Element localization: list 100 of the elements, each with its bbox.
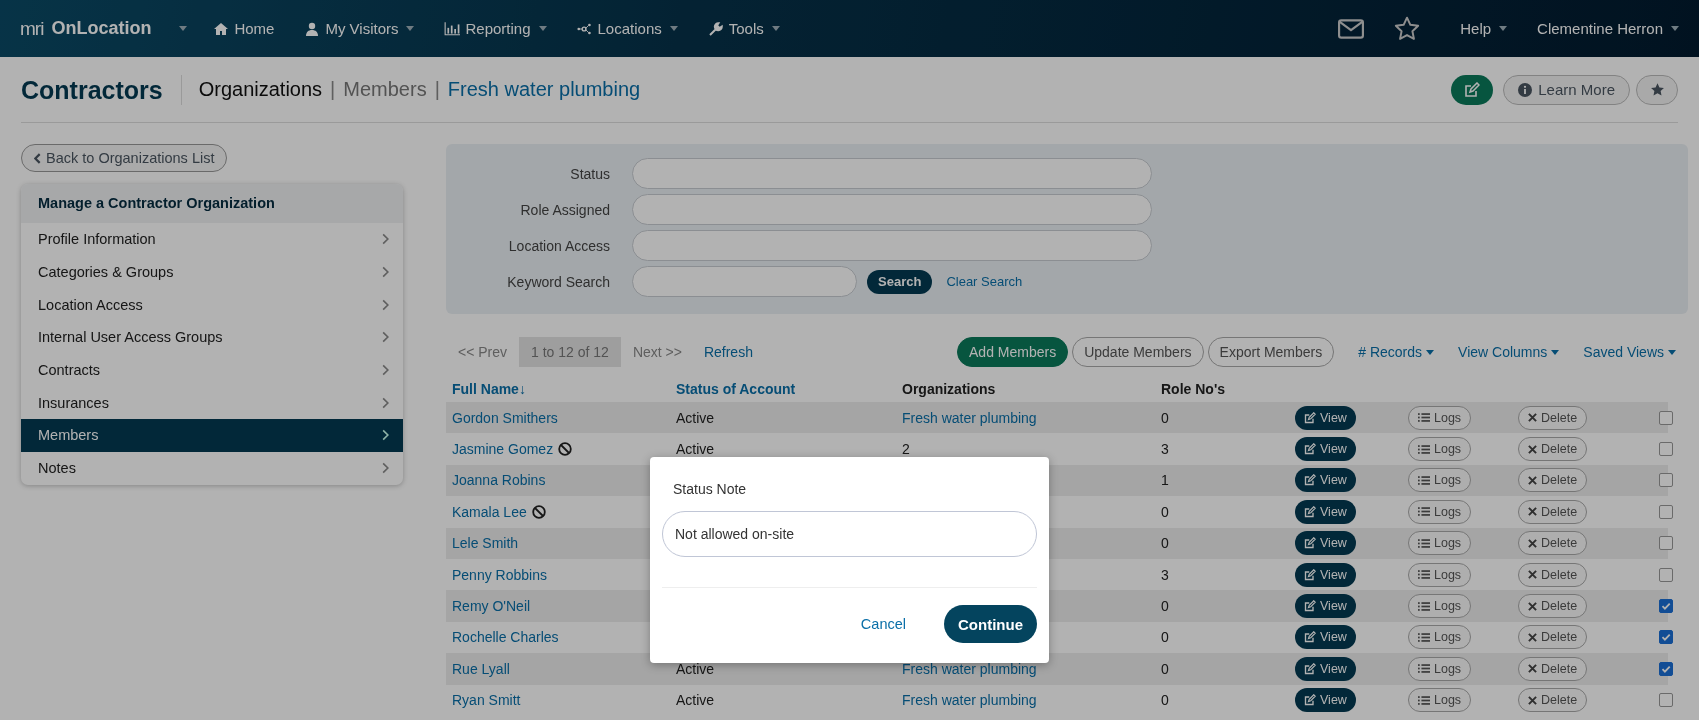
prev-page-link[interactable]: << Prev <box>458 344 508 360</box>
filter-field[interactable] <box>632 230 1152 261</box>
nav-menu-item[interactable]: My Visitors <box>304 20 415 37</box>
nav-menu-item[interactable]: Locations <box>576 20 678 37</box>
row-checkbox[interactable] <box>1659 693 1673 708</box>
logs-button[interactable]: Logs <box>1408 562 1472 587</box>
favorite-button[interactable] <box>1636 74 1678 105</box>
row-checkbox[interactable] <box>1659 536 1673 551</box>
learn-more-button[interactable]: Learn More <box>1503 74 1630 105</box>
delete-button[interactable]: Delete <box>1518 437 1588 462</box>
delete-button[interactable]: Delete <box>1518 531 1588 556</box>
member-name-link[interactable]: Rue Lyall <box>452 660 510 677</box>
organization-cell[interactable]: Fresh water plumbing <box>902 409 1037 426</box>
star-icon[interactable] <box>1394 16 1421 41</box>
member-name-link[interactable]: Gordon Smithers <box>452 409 558 426</box>
view-button[interactable]: View <box>1295 656 1356 681</box>
search-button[interactable]: Search <box>867 269 933 294</box>
member-name-link[interactable]: Penny Robbins <box>452 566 547 583</box>
breadcrumb-item[interactable]: Fresh water plumbing <box>447 78 641 101</box>
product-name[interactable]: OnLocation <box>51 18 152 39</box>
logs-button[interactable]: Logs <box>1408 405 1472 430</box>
user-menu[interactable]: Clementine Herron <box>1537 20 1679 37</box>
view-button[interactable]: View <box>1295 594 1356 619</box>
delete-button[interactable]: Delete <box>1518 405 1588 430</box>
sidebar-item[interactable]: Contracts <box>21 353 403 387</box>
sidebar-item[interactable]: Insurances <box>21 386 403 420</box>
view-button[interactable]: View <box>1295 405 1356 430</box>
logs-button[interactable]: Logs <box>1408 625 1472 650</box>
organization-cell[interactable]: Fresh water plumbing <box>902 692 1037 709</box>
row-checkbox[interactable] <box>1659 630 1673 645</box>
nav-menu-item[interactable]: Home <box>213 20 275 37</box>
column-header[interactable]: Status of Account <box>676 380 902 397</box>
clear-search-link[interactable]: Clear Search <box>946 274 1023 289</box>
view-button[interactable]: View <box>1295 437 1356 462</box>
row-checkbox[interactable] <box>1659 661 1673 676</box>
dropdown-menu[interactable]: Saved Views <box>1583 344 1676 360</box>
delete-button[interactable]: Delete <box>1518 562 1588 587</box>
status-note-field[interactable]: Not allowed on-site <box>662 511 1037 557</box>
view-button[interactable]: View <box>1295 625 1356 650</box>
row-checkbox[interactable] <box>1659 504 1673 519</box>
row-checkbox[interactable] <box>1659 599 1673 614</box>
mail-icon[interactable] <box>1338 17 1365 40</box>
delete-button[interactable]: Delete <box>1518 468 1588 493</box>
logs-button[interactable]: Logs <box>1408 499 1472 524</box>
row-checkbox[interactable] <box>1659 567 1673 582</box>
member-name-link[interactable]: Lele Smith <box>452 535 519 552</box>
logs-button[interactable]: Logs <box>1408 688 1472 713</box>
sidebar-item[interactable]: Notes <box>21 451 403 485</box>
toolbar-button[interactable]: Update Members <box>1072 337 1204 367</box>
breadcrumb-item[interactable]: Organizations <box>198 78 323 101</box>
delete-button[interactable]: Delete <box>1518 594 1588 619</box>
logs-button[interactable]: Logs <box>1408 531 1472 556</box>
next-page-link[interactable]: Next >> <box>632 344 682 360</box>
continue-button[interactable]: Continue <box>944 605 1037 643</box>
sidebar-item[interactable]: Internal User Access Groups <box>21 321 403 354</box>
view-button[interactable]: View <box>1295 688 1356 713</box>
view-button[interactable]: View <box>1295 499 1356 524</box>
view-button[interactable]: View <box>1295 562 1356 587</box>
column-header[interactable]: Full Name↓ <box>452 380 676 397</box>
member-name-link[interactable]: Jasmine Gomez <box>452 441 554 458</box>
nav-menu-item[interactable]: Tools <box>707 20 780 37</box>
toolbar-button[interactable]: Export Members <box>1207 337 1335 367</box>
row-checkbox[interactable] <box>1659 442 1673 457</box>
delete-button[interactable]: Delete <box>1518 625 1588 650</box>
caret-icon[interactable] <box>179 26 188 31</box>
sidebar-item[interactable]: Location Access <box>21 288 403 322</box>
nav-menu-item[interactable]: Reporting <box>444 20 547 37</box>
refresh-link[interactable]: Refresh <box>703 344 753 360</box>
member-name-link[interactable]: Rochelle Charles <box>452 629 559 646</box>
help-menu[interactable]: Help <box>1460 20 1508 37</box>
view-button[interactable]: View <box>1295 531 1356 556</box>
dropdown-menu[interactable]: # Records <box>1358 344 1435 360</box>
sidebar-item[interactable]: Categories & Groups <box>21 255 403 289</box>
row-checkbox[interactable] <box>1659 473 1673 488</box>
keyword-field[interactable] <box>632 266 857 297</box>
member-name-link[interactable]: Kamala Lee <box>452 503 527 520</box>
sidebar-item[interactable]: Members <box>21 419 403 452</box>
member-name-link[interactable]: Ryan Smitt <box>452 692 521 709</box>
delete-button[interactable]: Delete <box>1518 656 1588 681</box>
logs-button[interactable]: Logs <box>1408 437 1472 462</box>
view-button[interactable]: View <box>1295 468 1356 493</box>
member-name-link[interactable]: Remy O'Neil <box>452 598 531 615</box>
delete-button[interactable]: Delete <box>1518 499 1588 524</box>
breadcrumb-item[interactable]: Members <box>343 78 427 101</box>
logo[interactable]: mri <box>20 17 44 40</box>
filter-field[interactable] <box>632 158 1152 189</box>
toolbar-button[interactable]: Add Members <box>957 337 1069 367</box>
logs-button[interactable]: Logs <box>1408 594 1472 619</box>
logs-button[interactable]: Logs <box>1408 656 1472 681</box>
logs-button[interactable]: Logs <box>1408 468 1472 493</box>
dropdown-menu[interactable]: View Columns <box>1458 344 1560 360</box>
member-name-link[interactable]: Joanna Robins <box>452 472 546 489</box>
row-checkbox[interactable] <box>1659 410 1673 425</box>
organization-cell[interactable]: Fresh water plumbing <box>902 660 1037 677</box>
sidebar-item[interactable]: Profile Information <box>21 223 403 256</box>
back-button[interactable]: Back to Organizations List <box>21 144 228 172</box>
filter-field[interactable] <box>632 194 1152 225</box>
delete-button[interactable]: Delete <box>1518 688 1588 713</box>
edit-button[interactable] <box>1451 74 1494 105</box>
cancel-button[interactable]: Cancel <box>860 616 906 632</box>
